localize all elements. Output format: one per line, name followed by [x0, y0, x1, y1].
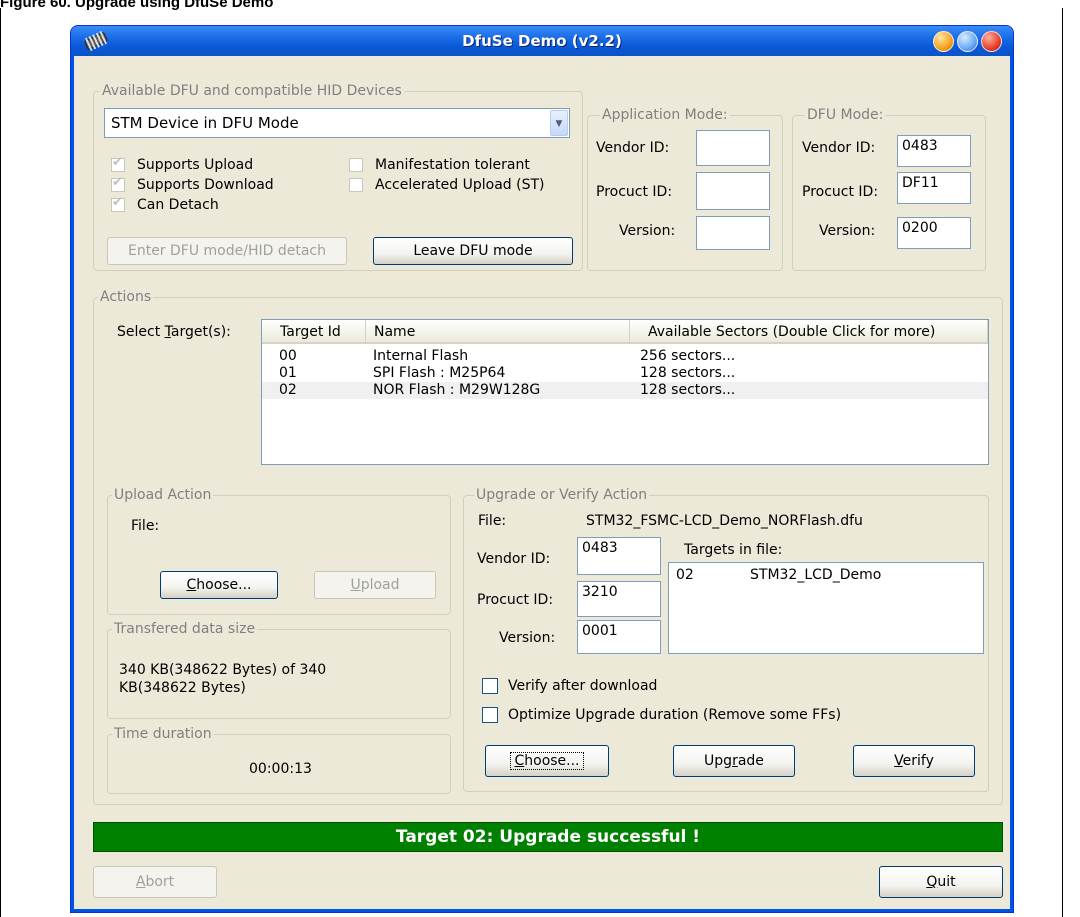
actions-group-title: Actions: [98, 288, 154, 306]
supports-download-label: Supports Download: [137, 177, 274, 193]
table-row[interactable]: 00 Internal Flash 256 sectors...: [262, 348, 988, 365]
time-duration-value: 00:00:13: [249, 761, 312, 777]
verify-after-download-label: Verify after download: [508, 678, 658, 694]
verify-button[interactable]: Verify: [853, 745, 975, 777]
accelerated-upload-label: Accelerated Upload (ST): [375, 177, 545, 193]
optimize-upgrade-checkbox[interactable]: [482, 707, 498, 723]
target-name-cell: NOR Flash : M29W128G: [373, 382, 541, 398]
upload-button[interactable]: Upload: [314, 571, 436, 599]
manifestation-tolerant-label: Manifestation tolerant: [375, 157, 530, 173]
app-product-id-label: Procuct ID:: [596, 184, 673, 200]
supports-upload-label: Supports Upload: [137, 157, 254, 173]
target-id-cell: 02: [279, 382, 297, 398]
upload-choose-button[interactable]: Choose...: [160, 571, 278, 599]
app-vendor-id-field[interactable]: [696, 130, 770, 166]
device-select-value: STM Device in DFU Mode: [111, 114, 299, 132]
device-select[interactable]: STM Device in DFU Mode ▼: [104, 108, 570, 138]
quit-button[interactable]: Quit: [879, 866, 1003, 898]
maximize-button[interactable]: [957, 31, 978, 52]
can-detach-label: Can Detach: [137, 197, 219, 213]
column-target-id[interactable]: Target Id: [262, 320, 366, 344]
abort-button[interactable]: Abort: [93, 866, 217, 898]
targets-in-file-list[interactable]: 02 STM32_LCD_Demo: [668, 562, 984, 654]
targets-in-file-label: Targets in file:: [684, 542, 783, 558]
abort-button-label: Abort: [135, 874, 175, 890]
upgrade-vendor-id-field[interactable]: 0483: [577, 537, 661, 575]
upgrade-button-label: Upgrade: [704, 753, 764, 769]
upgrade-vendor-id-label: Vendor ID:: [477, 551, 551, 567]
application-mode-title: Application Mode:: [600, 106, 730, 124]
upgrade-button[interactable]: Upgrade: [673, 745, 795, 777]
upgrade-product-id-label: Procuct ID:: [477, 592, 554, 608]
target-in-file-name: STM32_LCD_Demo: [750, 567, 882, 583]
dfu-product-id-label: Procuct ID:: [802, 184, 879, 200]
can-detach-checkbox[interactable]: ✔: [111, 195, 125, 212]
column-available-sectors[interactable]: Available Sectors (Double Click for more…: [630, 320, 988, 344]
enter-dfu-mode-button[interactable]: Enter DFU mode/HID detach: [107, 237, 347, 265]
devices-group-title: Available DFU and compatible HID Devices: [100, 82, 404, 100]
target-in-file-id: 02: [676, 567, 694, 583]
minimize-button[interactable]: [933, 31, 954, 52]
upgrade-choose-button[interactable]: Choose...: [485, 745, 609, 777]
upgrade-product-id-field[interactable]: 3210: [577, 581, 661, 617]
column-name[interactable]: Name: [366, 320, 630, 344]
app-version-field[interactable]: [696, 216, 770, 250]
dfu-vendor-id-label: Vendor ID:: [802, 140, 876, 156]
table-row[interactable]: 01 SPI Flash : M25P64 128 sectors...: [262, 365, 988, 382]
upload-action-title: Upload Action: [112, 486, 214, 504]
transferred-value: 340 KB(348622 Bytes) of 340 KB(348622 By…: [119, 662, 327, 696]
select-targets-label: Select Target(s):: [117, 324, 231, 340]
upgrade-version-field[interactable]: 0001: [577, 620, 661, 654]
upload-file-label: File:: [131, 518, 160, 534]
app-vendor-id-label: Vendor ID:: [596, 140, 670, 156]
verify-button-label: Verify: [894, 753, 934, 769]
dfuse-window: DfuSe Demo (v2.2) Available DFU and comp…: [70, 25, 1014, 913]
time-duration-title: Time duration: [112, 725, 214, 743]
target-name-cell: Internal Flash: [373, 348, 469, 364]
leave-dfu-mode-label: Leave DFU mode: [413, 243, 533, 259]
chevron-down-icon[interactable]: ▼: [550, 110, 568, 136]
targets-list[interactable]: Target Id Name Available Sectors (Double…: [261, 319, 989, 465]
optimize-upgrade-label: Optimize Upgrade duration (Remove some F…: [508, 707, 842, 723]
window-title: DfuSe Demo (v2.2): [462, 32, 622, 50]
app-product-id-field[interactable]: [696, 172, 770, 210]
target-sectors-cell: 256 sectors...: [640, 348, 736, 364]
upgrade-action-title: Upgrade or Verify Action: [474, 486, 650, 504]
enter-dfu-mode-label: Enter DFU mode/HID detach: [127, 243, 326, 259]
target-id-cell: 00: [279, 348, 297, 364]
app-version-label: Version:: [619, 223, 676, 239]
title-bar[interactable]: DfuSe Demo (v2.2): [71, 26, 1013, 56]
target-id-cell: 01: [279, 365, 297, 381]
target-sectors-cell: 128 sectors...: [640, 365, 736, 381]
leave-dfu-mode-button[interactable]: Leave DFU mode: [373, 237, 573, 265]
dfu-vendor-id-field[interactable]: 0483: [897, 135, 971, 167]
accelerated-upload-checkbox[interactable]: [349, 178, 363, 192]
quit-button-label: Quit: [926, 874, 956, 890]
upload-button-label: Upload: [350, 577, 400, 593]
table-row[interactable]: 02 NOR Flash : M29W128G 128 sectors...: [262, 382, 988, 399]
target-name-cell: SPI Flash : M25P64: [373, 365, 506, 381]
verify-after-download-checkbox[interactable]: [482, 678, 498, 694]
upgrade-file-name: STM32_FSMC-LCD_Demo_NORFlash.dfu: [586, 513, 863, 529]
upgrade-choose-label: Choose...: [510, 752, 584, 770]
manifestation-tolerant-checkbox[interactable]: [349, 158, 363, 172]
dfu-version-field[interactable]: 0200: [897, 217, 971, 249]
supports-upload-checkbox[interactable]: ✔: [111, 155, 125, 172]
dfu-mode-title: DFU Mode:: [805, 106, 886, 124]
close-button[interactable]: [981, 31, 1002, 52]
upgrade-file-label: File:: [478, 513, 507, 529]
dfu-version-label: Version:: [819, 223, 876, 239]
upload-choose-label: Choose...: [186, 577, 252, 593]
target-sectors-cell: 128 sectors...: [640, 382, 736, 398]
transferred-title: Transfered data size: [112, 620, 258, 638]
targets-list-header: Target Id Name Available Sectors (Double…: [262, 320, 988, 344]
dfu-product-id-field[interactable]: DF11: [897, 172, 971, 204]
upgrade-version-label: Version:: [499, 630, 556, 646]
supports-download-checkbox[interactable]: ✔: [111, 175, 125, 192]
status-message: Target 02: Upgrade successful !: [93, 822, 1003, 852]
